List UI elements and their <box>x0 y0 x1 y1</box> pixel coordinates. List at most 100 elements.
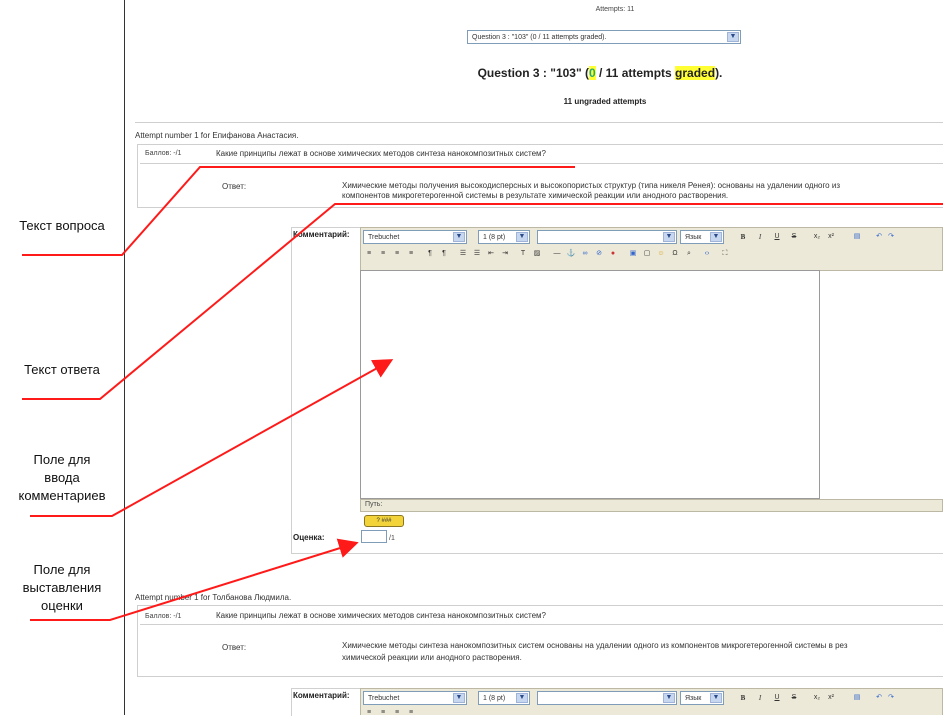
subscript-icon[interactable]: x₂ <box>812 693 822 703</box>
align-right-icon[interactable]: ≡ <box>392 249 402 259</box>
table-icon[interactable]: ▢ <box>642 249 652 259</box>
size-select-value: 1 (8 pt) <box>483 234 506 241</box>
anchor-icon[interactable]: ⚓ <box>566 249 576 259</box>
ltr-icon[interactable]: ¶ <box>425 249 435 259</box>
heading-suffix: ). <box>715 66 723 80</box>
question-text: Какие принципы лежат в основе химических… <box>216 149 546 158</box>
undo-icon[interactable]: ↶ <box>874 232 884 242</box>
language-select-value: Язык <box>685 234 702 241</box>
divider <box>140 624 943 625</box>
font-select[interactable]: Trebuchet ▼ <box>363 691 467 705</box>
superscript-icon[interactable]: x² <box>826 232 836 242</box>
superscript-icon[interactable]: x² <box>826 693 836 703</box>
align-justify-icon[interactable]: ≡ <box>406 249 416 259</box>
comment-label: Комментарий: <box>293 230 350 239</box>
answer-text-line: химической реакции или анодного растворе… <box>342 653 522 662</box>
divider <box>135 122 943 123</box>
grade-max: /1 <box>389 535 395 542</box>
link-icon[interactable]: ∞ <box>580 249 590 259</box>
annotation-grade-field: Поле для выставления оценки <box>0 561 124 615</box>
background-color-icon[interactable]: ▨ <box>532 249 542 259</box>
italic-icon[interactable]: I <box>755 232 765 242</box>
language-select[interactable]: Язык ▼ <box>680 691 724 705</box>
chevron-down-icon: ▼ <box>710 232 722 242</box>
comment-editor[interactable] <box>360 270 820 499</box>
align-left-icon[interactable]: ≡ <box>364 249 374 259</box>
points-label: Баллов: -/1 <box>145 613 182 620</box>
image-icon[interactable]: ▣ <box>628 249 638 259</box>
indent-icon[interactable]: ⇥ <box>500 249 510 259</box>
italic-icon[interactable]: I <box>755 693 765 703</box>
heading-prefix: Question 3 : "103" ( <box>477 66 589 80</box>
help-button[interactable]: ? ### <box>364 515 404 527</box>
question-select[interactable]: Question 3 : "103" (0 / 11 attempts grad… <box>467 30 741 44</box>
answer-text-line: Химические методы получения высокодиспер… <box>342 181 840 190</box>
font-select[interactable]: Trebuchet ▼ <box>363 230 467 244</box>
redo-icon[interactable]: ↷ <box>886 232 896 242</box>
editor-statusbar: Путь: <box>360 499 943 512</box>
nolink-icon[interactable]: ● <box>608 249 618 259</box>
smiley-icon[interactable]: ☺ <box>656 249 666 259</box>
attempt-title: Attempt number 1 for Епифанова Анастасия… <box>135 131 299 140</box>
grade-label: Оценка: <box>293 533 325 542</box>
bold-icon[interactable]: B <box>738 693 748 703</box>
fullscreen-icon[interactable]: ⛶ <box>720 249 730 259</box>
rtl-icon[interactable]: ¶ <box>439 249 449 259</box>
chevron-down-icon: ▼ <box>516 693 528 703</box>
annotation-line: Поле для <box>33 452 91 467</box>
strikethrough-icon[interactable]: S <box>789 693 799 703</box>
answer-label: Ответ: <box>222 182 247 191</box>
unlink-icon[interactable]: ⊘ <box>594 249 604 259</box>
annotation-line: комментариев <box>18 488 106 503</box>
format-select[interactable]: ▼ <box>537 691 677 705</box>
subscript-icon[interactable]: x₂ <box>812 232 822 242</box>
paste-icon[interactable]: ▤ <box>852 232 862 242</box>
format-select[interactable]: ▼ <box>537 230 677 244</box>
points-label: Баллов: -/1 <box>145 150 182 157</box>
annotation-answer-text: Текст ответа <box>24 362 100 377</box>
outdent-icon[interactable]: ⇤ <box>486 249 496 259</box>
align-justify-icon[interactable]: ≡ <box>406 708 416 718</box>
undo-icon[interactable]: ↶ <box>874 693 884 703</box>
redo-icon[interactable]: ↷ <box>886 693 896 703</box>
divider <box>140 163 943 164</box>
size-select[interactable]: 1 (8 pt) ▼ <box>478 230 530 244</box>
align-right-icon[interactable]: ≡ <box>392 708 402 718</box>
heading-graded: graded <box>675 66 716 80</box>
font-select-value: Trebuchet <box>368 695 400 702</box>
answer-label: Ответ: <box>222 643 247 652</box>
annotation-line: выставления <box>22 580 102 595</box>
path-label: Путь: <box>365 501 383 508</box>
strikethrough-icon[interactable]: S <box>789 232 799 242</box>
chevron-down-icon: ▼ <box>663 693 675 703</box>
answer-text-line: компонентов микрогетерогенной системы в … <box>342 191 729 200</box>
html-source-icon[interactable]: ‹› <box>702 249 712 259</box>
underline-icon[interactable]: U <box>772 693 782 703</box>
special-char-icon[interactable]: Ω <box>670 249 680 259</box>
align-center-icon[interactable]: ≡ <box>378 249 388 259</box>
annotation-line: Поле для <box>33 562 91 577</box>
size-select[interactable]: 1 (8 pt) ▼ <box>478 691 530 705</box>
annotation-line: ввода <box>44 470 80 485</box>
bold-icon[interactable]: B <box>738 232 748 242</box>
align-center-icon[interactable]: ≡ <box>378 708 388 718</box>
align-left-icon[interactable]: ≡ <box>364 708 374 718</box>
text-color-icon[interactable]: T <box>518 249 528 259</box>
search-replace-icon[interactable]: ⌕ <box>684 249 694 259</box>
underline-icon[interactable]: U <box>772 232 782 242</box>
grade-input[interactable] <box>361 530 387 543</box>
chevron-down-icon: ▼ <box>516 232 528 242</box>
annotation-comment-field: Поле для ввода комментариев <box>0 451 124 505</box>
paste-icon[interactable]: ▤ <box>852 693 862 703</box>
attempt-title: Attempt number 1 for Толбанова Людмила. <box>135 593 292 602</box>
answer-text-line: Химические методы синтеза нанокомпозитны… <box>342 641 848 650</box>
chevron-down-icon: ▼ <box>663 232 675 242</box>
ordered-list-icon[interactable]: ☰ <box>458 249 468 259</box>
language-select[interactable]: Язык ▼ <box>680 230 724 244</box>
comment-label: Комментарий: <box>293 691 350 700</box>
unordered-list-icon[interactable]: ☰ <box>472 249 482 259</box>
horizontal-rule-icon[interactable]: — <box>552 249 562 259</box>
chevron-down-icon: ▼ <box>710 693 722 703</box>
size-select-value: 1 (8 pt) <box>483 695 506 702</box>
attempts-label: Attempts: 11 <box>595 6 635 13</box>
